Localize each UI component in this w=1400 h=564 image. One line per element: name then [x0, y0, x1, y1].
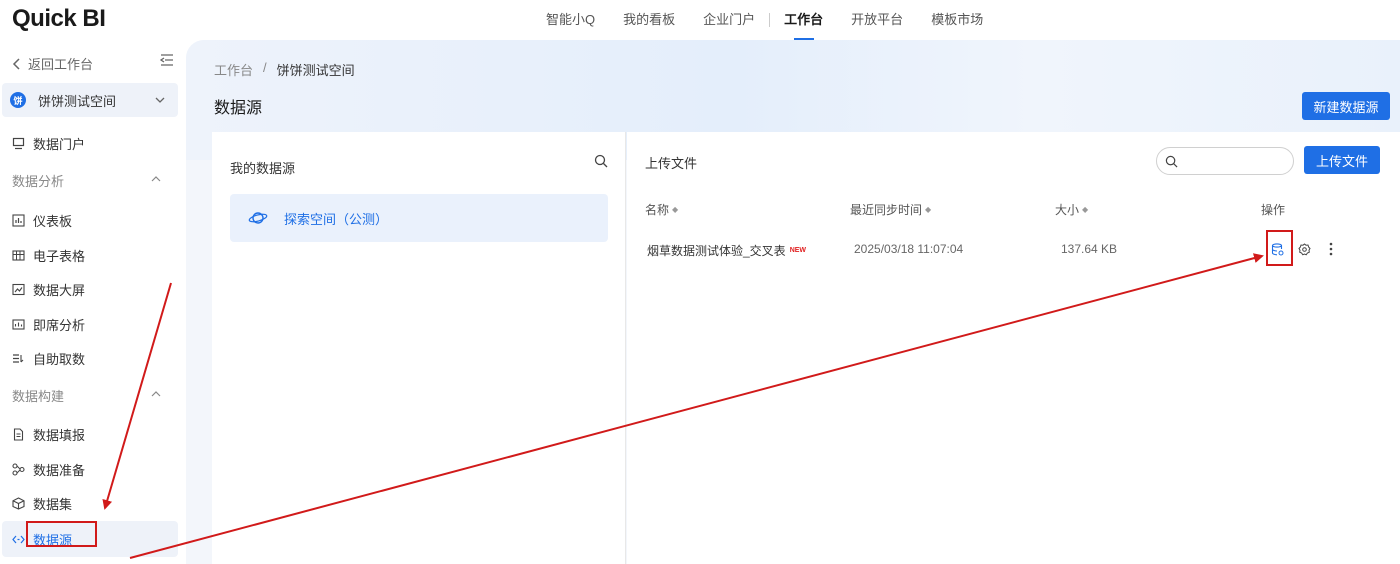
- breadcrumb-separator: /: [263, 60, 267, 75]
- bar-chart-icon: [12, 213, 25, 227]
- sidebar-item-dataset[interactable]: 数据集: [12, 493, 72, 513]
- file-search-input[interactable]: [1184, 154, 1284, 168]
- column-label: 大小: [1055, 203, 1080, 217]
- workspace-name: 饼饼测试空间: [38, 93, 117, 109]
- breadcrumb-workbench[interactable]: 工作台: [214, 60, 253, 79]
- sort-icon: ◆: [672, 205, 679, 214]
- file-name: 烟草数据测试体验_交叉表: [647, 244, 786, 258]
- my-data-sources-title: 我的数据源: [230, 161, 296, 176]
- sidebar: 返回工作台 饼 饼饼测试空间 数据门户 数据分析 仪表板 电子表格 数据大屏 即…: [0, 40, 186, 564]
- sidebar-item-data-prep[interactable]: 数据准备: [12, 459, 85, 479]
- nav-enterprise-portal[interactable]: 企业门户: [689, 0, 769, 40]
- table-row-name[interactable]: 烟草数据测试体验_交叉表 NEW: [647, 242, 806, 259]
- sidebar-item-label: 电子表格: [33, 248, 86, 264]
- file-search-box[interactable]: [1156, 147, 1294, 175]
- sidebar-item-adhoc-analysis[interactable]: 即席分析: [12, 314, 85, 334]
- column-header-size[interactable]: 大小 ◆: [1055, 201, 1088, 218]
- main-content: 工作台 / 饼饼测试空间 数据源 新建数据源 我的数据源 探索空间（公测） 上传…: [186, 40, 1400, 564]
- breadcrumb: 工作台 / 饼饼测试空间: [214, 60, 355, 79]
- chevron-up-icon[interactable]: [150, 173, 162, 185]
- nav-smart-q[interactable]: 智能小Q: [532, 0, 609, 40]
- chevron-left-icon: [12, 57, 20, 70]
- group-data-analysis[interactable]: 数据分析: [12, 171, 64, 190]
- top-nav: 智能小Q 我的看板 企业门户 工作台 开放平台 模板市场: [532, 0, 997, 40]
- line-chart-icon: [12, 283, 25, 296]
- annotation-box-data-source: [26, 521, 97, 547]
- sidebar-item-label: 自助取数: [33, 351, 86, 367]
- annotation-box-create-dataset: [1266, 230, 1293, 266]
- workspace-avatar: 饼: [10, 92, 26, 108]
- sidebar-item-label: 数据准备: [33, 462, 86, 478]
- gear-icon: [1297, 242, 1311, 255]
- upload-files-title: 上传文件: [645, 156, 698, 171]
- table-row-sync-time: 2025/03/18 11:07:04: [854, 242, 964, 256]
- sidebar-item-self-service[interactable]: 自助取数: [12, 348, 85, 368]
- sidebar-item-dashboard[interactable]: 仪表板: [12, 210, 72, 230]
- sidebar-item-label: 数据门户: [33, 136, 86, 152]
- group-data-build[interactable]: 数据构建: [12, 386, 64, 405]
- sidebar-item-spreadsheet[interactable]: 电子表格: [12, 245, 85, 265]
- quick-bi-logo[interactable]: Quick BI: [12, 5, 106, 33]
- my-data-sources-panel: 我的数据源 探索空间（公测）: [212, 132, 626, 564]
- back-to-workbench-link[interactable]: 返回工作台: [12, 54, 93, 73]
- chevron-down-icon: [155, 97, 165, 103]
- form-icon: [12, 427, 25, 441]
- sidebar-item-data-portal[interactable]: 数据门户: [12, 133, 85, 153]
- column-header-sync-time[interactable]: 最近同步时间 ◆: [850, 201, 931, 218]
- sidebar-item-label: 数据填报: [33, 427, 86, 443]
- sort-icon: ◆: [925, 205, 932, 214]
- nav-workbench[interactable]: 工作台: [770, 0, 837, 40]
- workspace-select[interactable]: 饼 饼饼测试空间: [2, 83, 178, 117]
- column-label: 名称: [645, 203, 670, 217]
- planet-icon: [248, 212, 268, 224]
- nav-open-platform[interactable]: 开放平台: [837, 0, 917, 40]
- back-label: 返回工作台: [28, 57, 94, 72]
- column-label: 操作: [1261, 203, 1286, 217]
- sidebar-item-label: 仪表板: [33, 213, 73, 229]
- breadcrumb-current: 饼饼测试空间: [276, 63, 355, 78]
- sidebar-item-label: 数据大屏: [33, 282, 86, 298]
- new-data-source-button[interactable]: 新建数据源: [1302, 92, 1390, 120]
- flow-icon: [12, 462, 25, 476]
- table-icon: [12, 249, 25, 262]
- sort-icon: ◆: [1082, 205, 1089, 214]
- table-row-size: 137.64 KB: [1061, 242, 1118, 256]
- explore-space-item[interactable]: 探索空间（公测）: [230, 194, 608, 242]
- new-badge: NEW: [789, 247, 807, 254]
- chevron-up-icon[interactable]: [150, 388, 162, 400]
- sidebar-item-data-fill[interactable]: 数据填报: [12, 424, 85, 444]
- nav-template-market[interactable]: 模板市场: [917, 0, 997, 40]
- collapse-menu-icon[interactable]: [160, 53, 174, 67]
- sidebar-item-data-screen[interactable]: 数据大屏: [12, 279, 85, 299]
- column-header-name[interactable]: 名称 ◆: [645, 201, 678, 218]
- column-label: 最近同步时间: [850, 203, 923, 217]
- upload-file-button[interactable]: 上传文件: [1304, 146, 1380, 174]
- top-bar: Quick BI 智能小Q 我的看板 企业门户 工作台 开放平台 模板市场: [0, 0, 1400, 40]
- explore-space-label: 探索空间（公测）: [284, 211, 389, 227]
- sidebar-item-label: 即席分析: [33, 317, 86, 333]
- search-icon[interactable]: [594, 154, 608, 168]
- cube-icon: [12, 496, 25, 510]
- page-title: 数据源: [214, 100, 263, 117]
- upload-files-panel: 上传文件 上传文件 名称 ◆ 最近同步时间 ◆ 大小 ◆ 操作 烟草数据测试体验_交叉…: [627, 132, 1400, 564]
- nav-my-dashboard[interactable]: 我的看板: [609, 0, 689, 40]
- code-brackets-icon: [12, 533, 25, 546]
- list-filter-icon: [12, 352, 25, 365]
- more-vertical-icon: [1329, 242, 1333, 256]
- analysis-icon: [12, 318, 25, 331]
- column-header-ops: 操作: [1261, 201, 1285, 218]
- more-options-button[interactable]: [1322, 240, 1340, 258]
- monitor-icon: [12, 137, 25, 150]
- sidebar-item-label: 数据集: [33, 496, 73, 512]
- settings-button[interactable]: [1295, 240, 1313, 258]
- search-icon: [1165, 155, 1178, 167]
